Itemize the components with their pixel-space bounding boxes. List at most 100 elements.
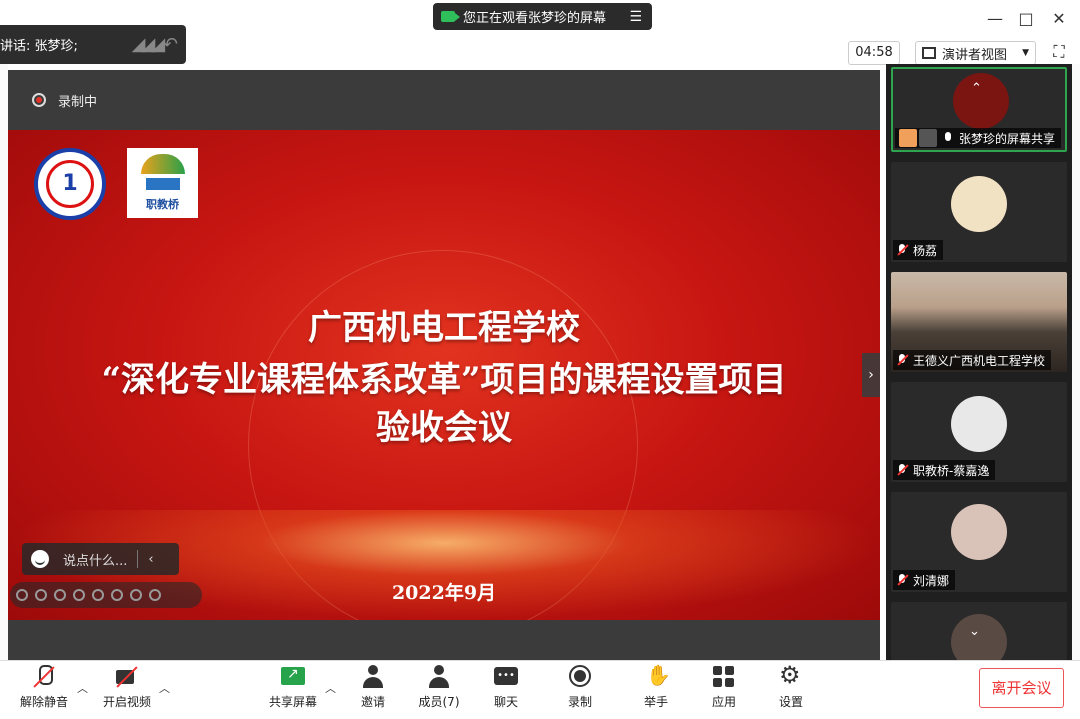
mic-muted-icon	[897, 353, 907, 367]
mic-muted-icon	[897, 463, 907, 477]
participant-namebar: 张梦珍的屏幕共享	[895, 128, 1062, 148]
meeting-timer: 04:58	[848, 41, 900, 65]
viewing-indicator[interactable]: 您正在观看张梦珍的屏幕 ☰	[433, 3, 652, 30]
members-icon	[426, 665, 452, 689]
viewing-text: 您正在观看张梦珍的屏幕	[463, 11, 607, 26]
apps-icon	[711, 665, 737, 689]
raise-hand-button[interactable]: 举手	[636, 663, 676, 715]
participant-tile[interactable]: 职教桥-蔡嘉逸	[891, 382, 1067, 482]
emoji-icon[interactable]	[31, 550, 49, 568]
recording-bar: 录制中	[8, 70, 880, 130]
speaking-indicator: 讲话: 张梦珍; ◢◢◢ ↶	[0, 25, 186, 64]
settings-button[interactable]: 设置	[771, 661, 811, 715]
mic-icon	[943, 131, 953, 145]
participant-tile[interactable]: ⌃ 张梦珍的屏幕共享	[891, 67, 1067, 152]
chat-label: 聊天	[493, 695, 518, 709]
avatar	[951, 396, 1007, 452]
view-mode-dropdown[interactable]: 演讲者视图 ▼	[915, 41, 1036, 65]
zhijiaoqiao-logo: 职教桥	[127, 148, 198, 218]
share-bottom-area	[8, 620, 880, 660]
annotation-tool-icon[interactable]	[16, 589, 28, 601]
participant-tile[interactable]: ⌄	[891, 602, 1067, 670]
mic-muted-icon	[31, 665, 57, 689]
chevron-right-icon[interactable]: ›	[862, 353, 880, 397]
unmute-label: 解除静音	[19, 695, 68, 709]
participant-tile[interactable]: 杨荔	[891, 162, 1067, 262]
participant-name: 王德义广西机电工程学校	[913, 353, 1046, 368]
raise-hand-label: 举手	[643, 695, 668, 709]
speaker-view-icon	[922, 47, 936, 59]
participant-name: 张梦珍的屏幕共享	[959, 131, 1056, 146]
fullscreen-icon[interactable]: ⛶	[1046, 41, 1072, 65]
video-off-icon	[114, 665, 140, 689]
chevron-up-icon[interactable]: ︿	[77, 680, 88, 696]
slide-title-line3: 验收会议	[376, 408, 512, 448]
speaker-wave-icon: ◢◢◢ ↶	[131, 34, 178, 55]
slide-title-line2: “深化专业课程体系改革”项目的课程设置项目	[101, 360, 787, 400]
unmute-button[interactable]: 解除静音	[16, 665, 72, 715]
start-video-button[interactable]: 开启视频	[98, 665, 156, 715]
mic-muted-icon	[897, 243, 907, 257]
settings-label: 设置	[778, 695, 803, 709]
participant-tile[interactable]: 刘清娜	[891, 492, 1067, 592]
school-logo: 1	[34, 148, 106, 220]
participant-namebar: 王德义广西机电工程学校	[893, 350, 1052, 370]
leave-meeting-button[interactable]: 离开会议	[979, 668, 1064, 708]
share-screen-button[interactable]: 共享屏幕	[264, 665, 322, 715]
chevron-up-icon[interactable]: ︿	[159, 680, 170, 696]
annotation-tool-icon[interactable]	[73, 589, 85, 601]
chevron-up-icon[interactable]: ⌃	[971, 81, 982, 96]
share-screen-label: 共享屏幕	[268, 695, 317, 709]
participant-namebar: 刘清娜	[893, 570, 956, 590]
chevron-down-icon: ▼	[1022, 48, 1029, 58]
slide-title-line1: 广西机电工程学校	[308, 308, 580, 348]
record-button[interactable]: 录制	[560, 665, 600, 715]
apps-label: 应用	[711, 695, 736, 709]
annotation-tool-icon[interactable]	[111, 589, 123, 601]
chat-input[interactable]: 说点什么... ‹	[22, 543, 179, 575]
maximize-button[interactable]: □	[1011, 6, 1041, 32]
participant-name: 职教桥-蔡嘉逸	[913, 463, 990, 478]
annotation-tool-icon[interactable]	[54, 589, 66, 601]
annotation-tool-icon[interactable]	[35, 589, 47, 601]
view-mode-label: 演讲者视图	[942, 47, 1008, 63]
annotation-toolbar[interactable]	[10, 582, 202, 608]
chat-icon	[493, 665, 519, 689]
chat-button[interactable]: 聊天	[486, 665, 526, 715]
speaking-text: 讲话: 张梦珍;	[0, 39, 78, 54]
participant-namebar: 杨荔	[893, 240, 944, 260]
chat-placeholder: 说点什么...	[63, 553, 128, 569]
recording-icon	[32, 93, 46, 107]
annotation-tool-icon[interactable]	[149, 589, 161, 601]
participant-name: 刘清娜	[913, 573, 950, 588]
gear-icon	[778, 661, 804, 689]
zhijiaoqiao-logo-text: 职教桥	[146, 198, 179, 211]
record-label: 录制	[567, 695, 592, 709]
participant-tile[interactable]: 王德义广西机电工程学校	[891, 272, 1067, 372]
record-icon	[567, 665, 593, 689]
mic-muted-icon	[897, 573, 907, 587]
screen-share-icon	[919, 129, 937, 147]
person-icon	[899, 129, 917, 147]
menu-icon[interactable]: ☰	[629, 9, 642, 25]
chevron-up-icon[interactable]: ︿	[325, 680, 336, 696]
invite-button[interactable]: 邀请	[352, 665, 394, 715]
minimize-button[interactable]: —	[980, 6, 1010, 32]
members-label: 成员(7)	[418, 695, 460, 709]
background-window-strip-right	[1072, 64, 1080, 664]
annotation-tool-icon[interactable]	[130, 589, 142, 601]
avatar	[951, 176, 1007, 232]
apps-button[interactable]: 应用	[704, 665, 744, 715]
annotation-tool-icon[interactable]	[92, 589, 104, 601]
collapse-chat-icon[interactable]: ‹	[148, 552, 153, 567]
recording-label: 录制中	[58, 94, 98, 110]
video-camera-icon	[441, 11, 460, 22]
participant-namebar: 职教桥-蔡嘉逸	[893, 460, 996, 480]
invite-label: 邀请	[360, 695, 385, 709]
chevron-down-icon[interactable]: ⌄	[969, 624, 980, 639]
start-video-label: 开启视频	[102, 695, 151, 709]
close-button[interactable]: ✕	[1044, 6, 1074, 32]
add-person-icon	[360, 665, 386, 689]
members-button[interactable]: 成员(7)	[412, 665, 466, 715]
hand-icon	[643, 663, 671, 689]
